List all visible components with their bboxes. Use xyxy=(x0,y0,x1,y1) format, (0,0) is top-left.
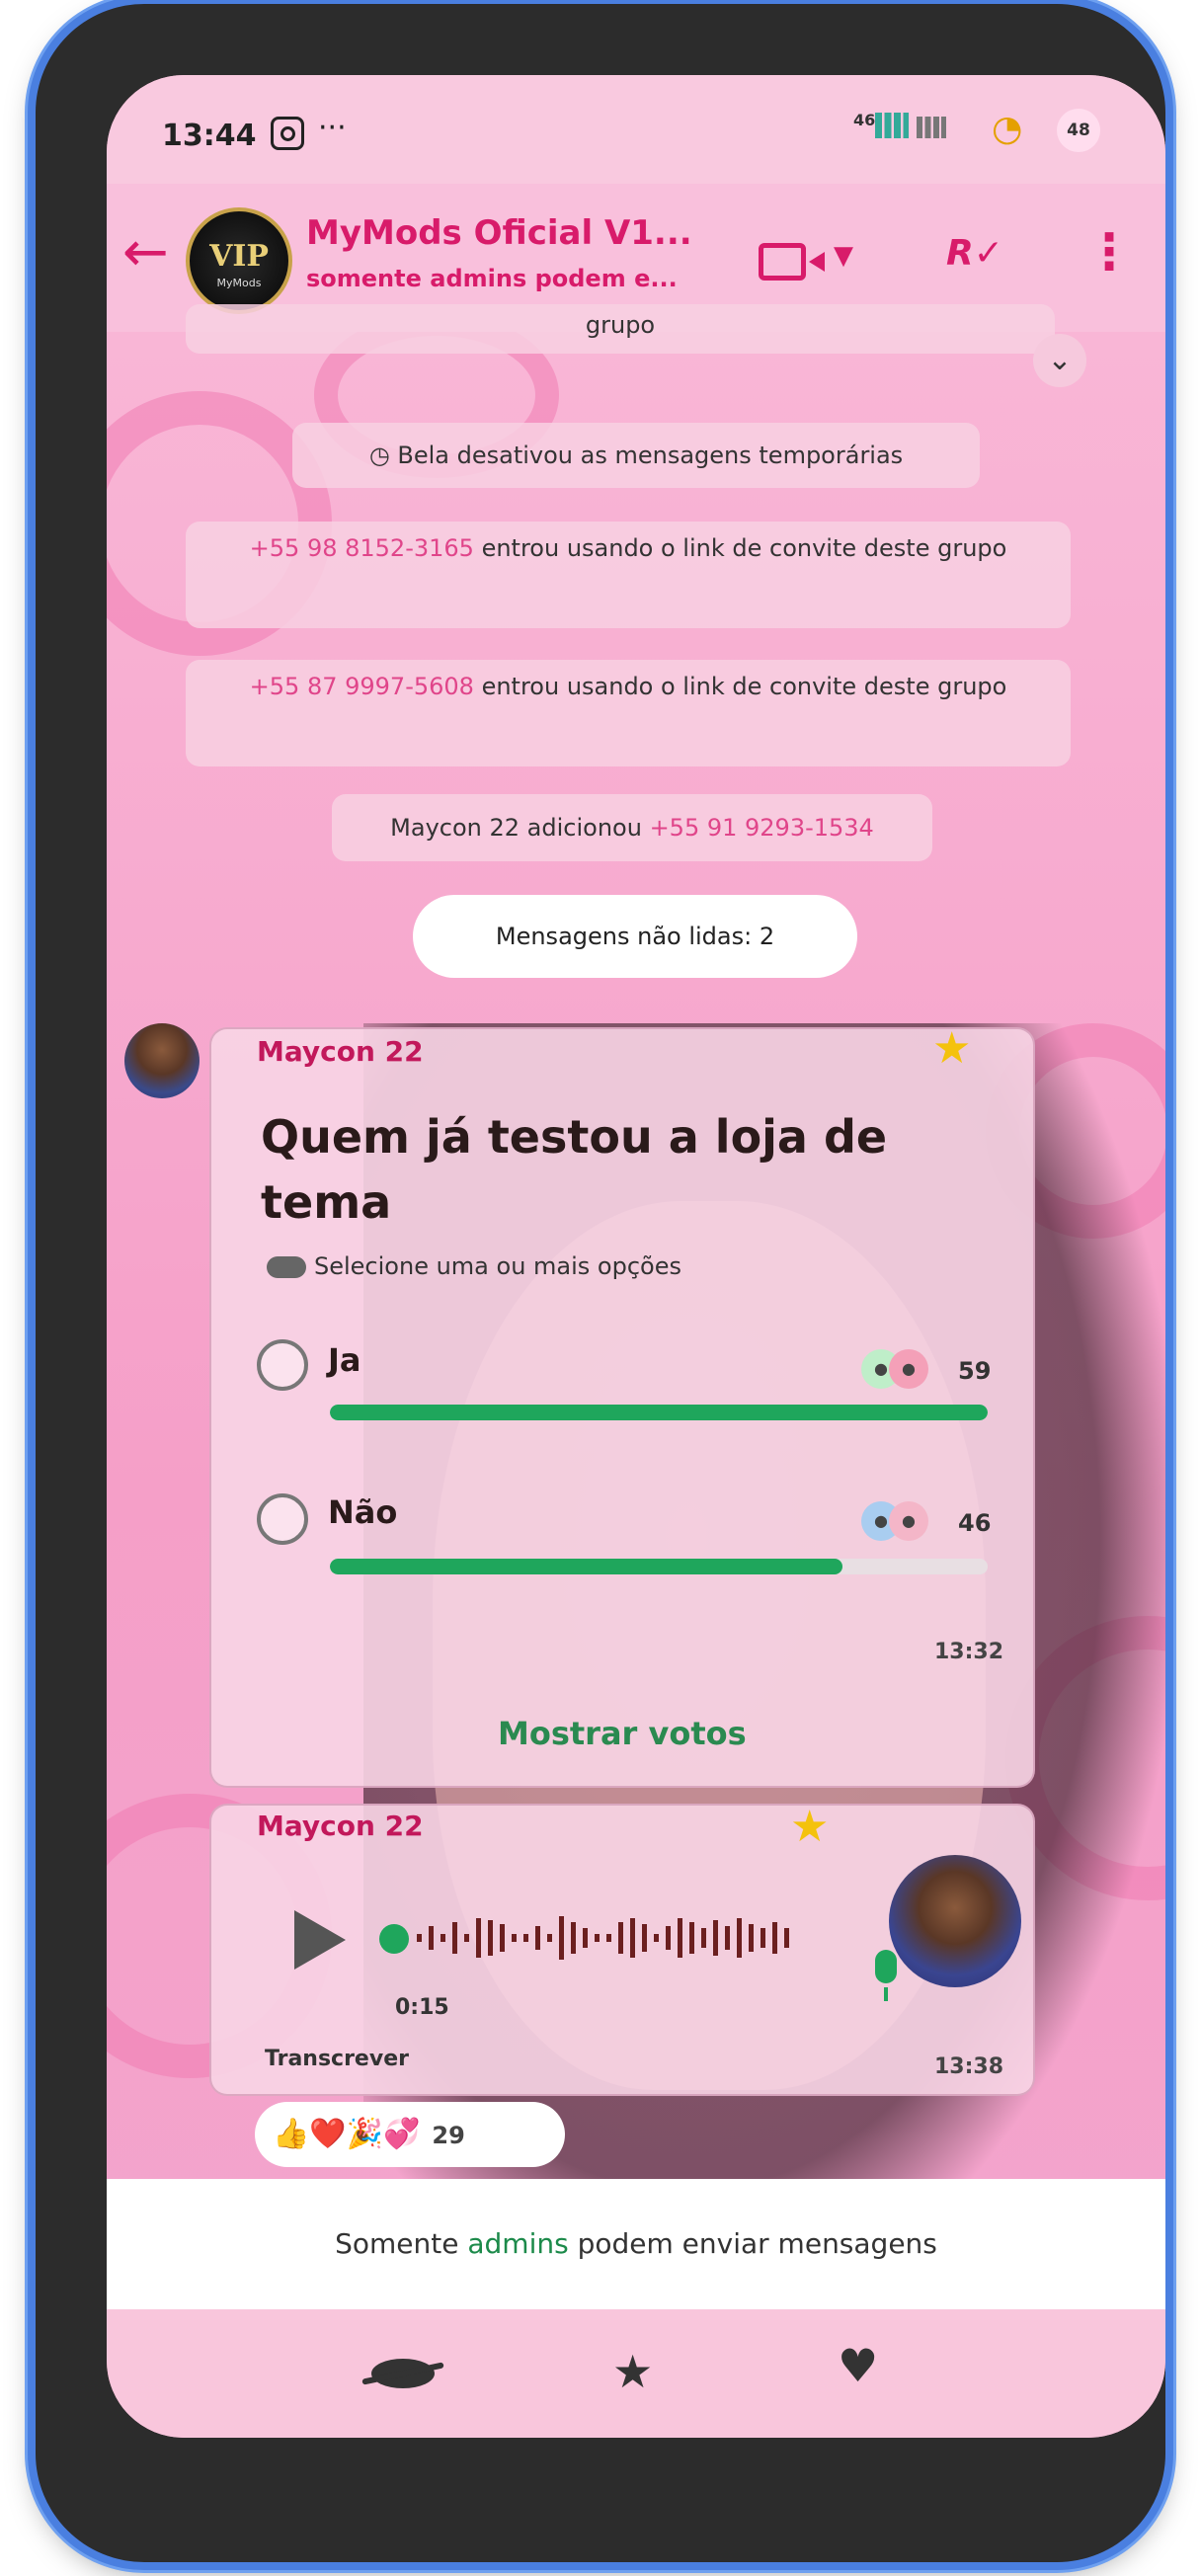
phone-number[interactable]: +55 87 9997-5608 xyxy=(250,673,474,700)
read-receipt-icon[interactable]: R✓ xyxy=(946,233,1003,274)
status-time: 13:44 xyxy=(162,119,257,153)
phone-number[interactable]: +55 98 8152-3165 xyxy=(250,534,474,562)
system-message-text: entrou usando o link de convite deste gr… xyxy=(473,673,1007,700)
reactions-bar[interactable]: 👍❤️🎉💞 29 xyxy=(255,2102,565,2167)
microphone-icon xyxy=(875,1950,897,2001)
more-notifications-icon: ··· xyxy=(318,111,347,145)
phone-frame: 13:44 ··· 46 ◔ 48 ← VIP MyMods MyMods Of… xyxy=(36,4,1165,2562)
unread-messages-divider: Mensagens não lidas: 2 xyxy=(413,895,857,978)
poll-option-radio[interactable] xyxy=(257,1493,308,1545)
system-message: +55 87 9997-5608 entrou usando o link de… xyxy=(186,660,1071,766)
message-time: 13:32 xyxy=(934,1640,1004,1664)
voter-avatar-icon: ● xyxy=(889,1501,928,1541)
chevron-down-icon[interactable]: ▼ xyxy=(834,241,853,271)
signal-icon: 46 xyxy=(853,111,947,138)
star-nav-icon[interactable]: ★ xyxy=(612,2345,653,2398)
poll-question: Quem já testou a loja de tema xyxy=(261,1110,888,1229)
poll-vote-count: 46 xyxy=(958,1509,992,1537)
sender-name[interactable]: Maycon 22 xyxy=(257,1035,424,1068)
video-call-icon[interactable] xyxy=(759,243,825,281)
system-message-text: Bela desativou as mensagens temporárias xyxy=(397,442,904,469)
group-subtitle[interactable]: somente admins podem e... xyxy=(306,265,678,292)
poll-hint-text: Selecione uma ou mais opções xyxy=(314,1252,681,1280)
star-icon: ★ xyxy=(790,1802,830,1852)
screen: 13:44 ··· 46 ◔ 48 ← VIP MyMods MyMods Of… xyxy=(107,75,1165,2438)
heart-icon[interactable]: ♥ xyxy=(838,2339,878,2392)
battery-indicator: 48 xyxy=(1057,109,1100,152)
system-message-text: Maycon 22 adicionou xyxy=(390,814,650,842)
message-time: 13:38 xyxy=(934,2054,1004,2079)
system-message-text: grupo xyxy=(585,311,656,339)
planet-icon[interactable] xyxy=(371,2359,435,2388)
group-title[interactable]: MyMods Oficial V1... xyxy=(306,213,692,253)
voter-avatar-icon: ● xyxy=(889,1349,928,1389)
poll-bar-fill xyxy=(330,1405,988,1420)
check-double-icon xyxy=(267,1256,306,1278)
system-message: ◷ Bela desativou as mensagens temporária… xyxy=(292,423,980,488)
reaction-count: 29 xyxy=(432,2122,465,2149)
poll-option-label[interactable]: Ja xyxy=(328,1341,361,1379)
phone-number[interactable]: +55 91 9293-1534 xyxy=(650,814,874,842)
scroll-down-icon[interactable]: ⌄ xyxy=(1033,334,1086,387)
poll-hint: Selecione uma ou mais opções xyxy=(267,1252,681,1280)
play-icon[interactable] xyxy=(294,1910,346,1970)
poll-bar xyxy=(330,1559,988,1574)
admins-only-notice: Somente admins podem enviar mensagens xyxy=(107,2179,1165,2309)
poll-option-radio[interactable] xyxy=(257,1339,308,1391)
timer-icon: ◷ xyxy=(368,442,398,469)
status-bar: 13:44 ··· 46 ◔ 48 xyxy=(107,75,1165,184)
system-message: Maycon 22 adicionou +55 91 9293-1534 xyxy=(332,794,932,861)
sender-avatar[interactable] xyxy=(124,1023,200,1098)
system-message-text: entrou usando o link de convite deste gr… xyxy=(473,534,1007,562)
system-message: grupo xyxy=(186,304,1055,354)
avatar-subtext: MyMods xyxy=(216,277,262,289)
star-icon: ★ xyxy=(932,1023,972,1074)
audio-scrubber[interactable] xyxy=(379,1924,409,1954)
poll-vote-count: 59 xyxy=(958,1357,992,1385)
audio-waveform[interactable] xyxy=(415,1908,830,1968)
poll-bar-fill xyxy=(330,1559,843,1574)
reaction-emojis: 👍❤️🎉💞 xyxy=(273,2117,421,2151)
more-options-icon[interactable]: ⋮ xyxy=(1084,227,1134,277)
wifi-icon: ◔ xyxy=(992,109,1023,149)
voice-sender-avatar xyxy=(889,1855,1021,1987)
notice-text-post: podem enviar mensagens xyxy=(568,2227,937,2260)
admins-link[interactable]: admins xyxy=(467,2227,568,2260)
avatar-text: VIP xyxy=(209,239,269,274)
poll-bar xyxy=(330,1405,988,1420)
back-arrow-icon[interactable]: ← xyxy=(122,223,169,282)
show-votes-button[interactable]: Mostrar votos xyxy=(498,1715,747,1752)
poll-option-label[interactable]: Não xyxy=(328,1493,397,1531)
transcribe-button[interactable]: Transcrever xyxy=(265,2047,409,2071)
audio-duration: 0:15 xyxy=(395,1995,449,2020)
system-message: +55 98 8152-3165 entrou usando o link de… xyxy=(186,522,1071,628)
instagram-icon xyxy=(271,117,304,150)
notice-text-pre: Somente xyxy=(335,2227,468,2260)
group-avatar[interactable]: VIP MyMods xyxy=(186,207,292,314)
network-type: 46 xyxy=(853,111,876,129)
sender-name[interactable]: Maycon 22 xyxy=(257,1810,424,1842)
